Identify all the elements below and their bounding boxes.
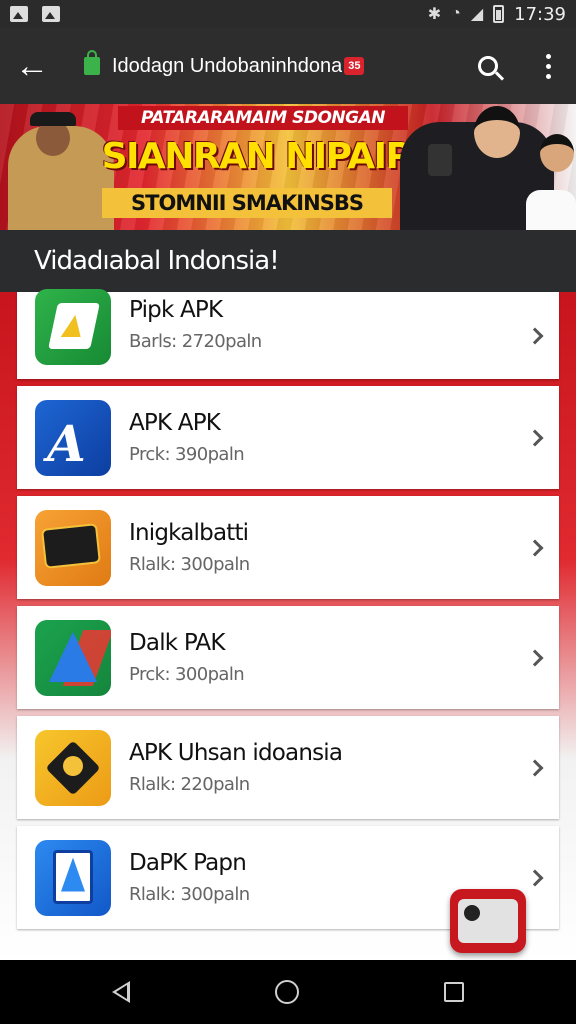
banner-officer-cap: [30, 112, 76, 126]
app-meta: Barls: 2720paln: [129, 331, 262, 352]
floating-camera-button[interactable]: [450, 889, 526, 953]
nav-recents-icon[interactable]: [443, 982, 464, 1002]
app-name: APK APK: [129, 410, 221, 436]
more-vert-icon: [545, 53, 551, 59]
triangle-icon: [35, 619, 111, 696]
app-meta: Rlalk: 300paln: [129, 884, 250, 905]
status-bar: ✱ ◔ ◢ 17:39: [0, 0, 576, 28]
arrow-left-icon: ←: [15, 46, 49, 85]
app-list: Pipk APK Barls: 2720paln A APK APK Prck:…: [17, 288, 559, 936]
banner-title-bottom: STOMNII SMAKINSBS: [102, 188, 392, 218]
banner-child-image: [526, 190, 576, 230]
chevron-right-icon: [526, 539, 544, 556]
chevron-right-icon: [526, 327, 544, 344]
list-item[interactable]: Inigkalbatti Rlalk: 300paln: [17, 496, 559, 599]
image-notification-icon: [10, 6, 28, 22]
back-button[interactable]: ←: [0, 28, 64, 104]
banner-title-main: SIANRAN NIPAIP: [101, 136, 412, 177]
promo-banner[interactable]: PATARARAMAIM SDONGAN SIANRAN NIPAIP STOM…: [0, 104, 576, 230]
app-name: Inigkalbatti: [129, 520, 249, 546]
browser-toolbar: ← Idodagn Undobaninhdona 35: [0, 28, 576, 104]
search-icon: [478, 56, 498, 76]
app-meta: Prck: 390paln: [129, 444, 245, 465]
app-meta: Prck: 300paln: [129, 664, 245, 685]
banner-child-head: [540, 134, 574, 172]
chevron-right-icon: [526, 649, 544, 666]
blue-doc-icon: [35, 839, 111, 916]
banner-man-head: [474, 106, 520, 158]
list-item[interactable]: Dalk PAK Prck: 300paln: [17, 606, 559, 709]
tab-count-badge[interactable]: 35: [344, 57, 365, 75]
app-name: Dalk PAK: [129, 630, 225, 656]
chevron-right-icon: [526, 429, 544, 446]
app-name: Pipk APK: [129, 297, 223, 323]
clock: 17:39: [514, 3, 566, 25]
banner-title-top: PATARARAMAIM SDONGAN: [118, 106, 408, 130]
system-nav-bar: [0, 960, 576, 1024]
bluetooth-icon: ✱: [427, 6, 442, 23]
image-notification-icon: [42, 6, 60, 22]
yellow-badge-icon: [35, 729, 111, 806]
signal-icon: ◢: [470, 6, 484, 23]
app-name: APK Uhsan idoansia: [129, 740, 343, 766]
list-item[interactable]: A APK APK Prck: 390paln: [17, 386, 559, 489]
section-header: Vidadıabal Indonsia!: [0, 230, 576, 292]
app-meta: Rlalk: 300paln: [129, 554, 250, 575]
camera-icon: [464, 905, 480, 921]
wifi-icon: ◔: [451, 5, 461, 22]
nav-home-icon[interactable]: [274, 980, 299, 1004]
search-button[interactable]: [456, 28, 520, 104]
blue-book-icon: A: [35, 399, 111, 476]
nav-back-icon[interactable]: [112, 981, 131, 1003]
orange-sign-icon: [35, 509, 111, 586]
overflow-menu-button[interactable]: [520, 28, 576, 104]
app-meta: Rlalk: 220paln: [129, 774, 250, 795]
chevron-right-icon: [526, 869, 544, 886]
url-text: Idodagn Undobaninhdona: [112, 54, 343, 77]
app-name: DaPK Papn: [129, 850, 247, 876]
url-bar[interactable]: Idodagn Undobaninhdona 35: [64, 44, 424, 88]
chevron-right-icon: [526, 759, 544, 776]
camera-icon: [428, 144, 452, 176]
battery-icon: [493, 5, 505, 23]
lock-icon: [84, 50, 100, 75]
green-doc-icon: [35, 288, 111, 365]
list-item[interactable]: APK Uhsan idoansia Rlalk: 220paln: [17, 716, 559, 819]
list-item[interactable]: Pipk APK Barls: 2720paln: [17, 288, 559, 379]
section-title: Vidadıabal Indonsia!: [34, 246, 280, 276]
